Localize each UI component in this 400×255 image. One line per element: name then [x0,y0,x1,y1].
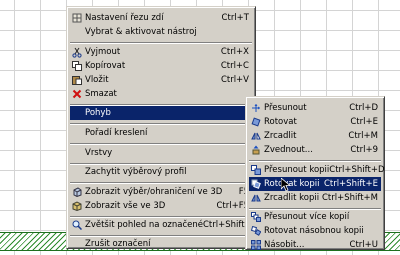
menu-item-paste[interactable]: Vložit Ctrl+V [70,73,252,87]
wall-section-settings-icon [72,12,82,24]
menu-item-copy[interactable]: Kopírovat Ctrl+C [70,59,252,73]
delete-x-icon [72,88,82,100]
mirror-icon [251,130,261,142]
rotate-icon [251,116,261,128]
3d-all-icon [72,200,82,212]
menu-item-cut[interactable]: Vyjmout Ctrl+X [70,45,252,59]
movement-submenu: Přesunout Ctrl+D Rotovat Ctrl+E Zrcadlit… [245,96,385,250]
copy-icon [72,60,82,72]
submenu-item-rotate-multiple-copies[interactable]: Rotovat násobnou kopii [249,224,381,238]
paste-icon [72,74,82,86]
submenu-item-mirror[interactable]: Zrcadlit Ctrl+M [249,129,381,143]
menu-item-deselect[interactable]: Zrušit označení [70,237,252,251]
menu-separator [70,182,252,184]
submenu-item-elevate[interactable]: Zvednout... Ctrl+9 [249,143,381,157]
submenu-item-multiply[interactable]: Násobit... Ctrl+U [249,238,381,252]
menu-item-capture-profile[interactable]: Zachytit výběrový profil [70,165,252,179]
3d-selection-icon [72,186,82,198]
scissors-icon [72,46,82,58]
menu-item-show-all-3d[interactable]: Zobrazit vše ve 3D Ctrl+F5 [70,199,252,213]
submenu-item-move[interactable]: Přesunout Ctrl+D [249,101,381,115]
move-icon [251,102,261,114]
menu-separator [70,123,252,125]
mouse-pointer-icon [281,178,291,192]
menu-item-zoom-to-selection[interactable]: Zvětšit pohled na označené Ctrl+Shift+' [70,218,254,232]
submenu-item-rotate[interactable]: Rotovat Ctrl+E [249,115,381,129]
submenu-item-move-copy[interactable]: Přesunout kopii Ctrl+Shift+D [249,163,385,177]
menu-item-layers[interactable]: Vrstvy [70,146,252,160]
menu-separator [70,143,252,145]
menu-item-delete[interactable]: Smazat [70,87,252,101]
multiply-icon [251,239,261,251]
rotate-multiple-copies-icon [251,225,261,237]
menu-separator [70,42,252,44]
submenu-item-mirror-copy[interactable]: Zrcadlit kopii Ctrl+Shift+M [249,191,381,205]
menu-item-select-activate-tool[interactable]: Vybrat & aktivovat nástroj [70,25,252,39]
submenu-separator [249,160,381,162]
move-copy-icon [251,164,261,176]
move-multiple-copies-icon [251,211,261,223]
menu-item-show-selection-3d[interactable]: Zobrazit výběr/ohraničení ve 3D F5 [70,185,252,199]
menu-item-movement[interactable]: Pohyb [70,106,252,120]
rotate-copy-icon [251,178,261,190]
elevate-icon [251,144,261,156]
submenu-item-rotate-copy[interactable]: Rotovat kopii Ctrl+Shift+E [249,177,381,191]
mirror-copy-icon [251,192,261,204]
context-menu: Nastavení řezu zdí Ctrl+T Vybrat & aktiv… [66,6,256,249]
menu-item-wall-section-settings[interactable]: Nastavení řezu zdí Ctrl+T [70,11,252,25]
zoom-selection-icon [72,219,82,231]
menu-item-drawing-order[interactable]: Pořadí kreslení [70,126,252,140]
submenu-item-move-multiple-copies[interactable]: Přesunout více kopií [249,210,381,224]
